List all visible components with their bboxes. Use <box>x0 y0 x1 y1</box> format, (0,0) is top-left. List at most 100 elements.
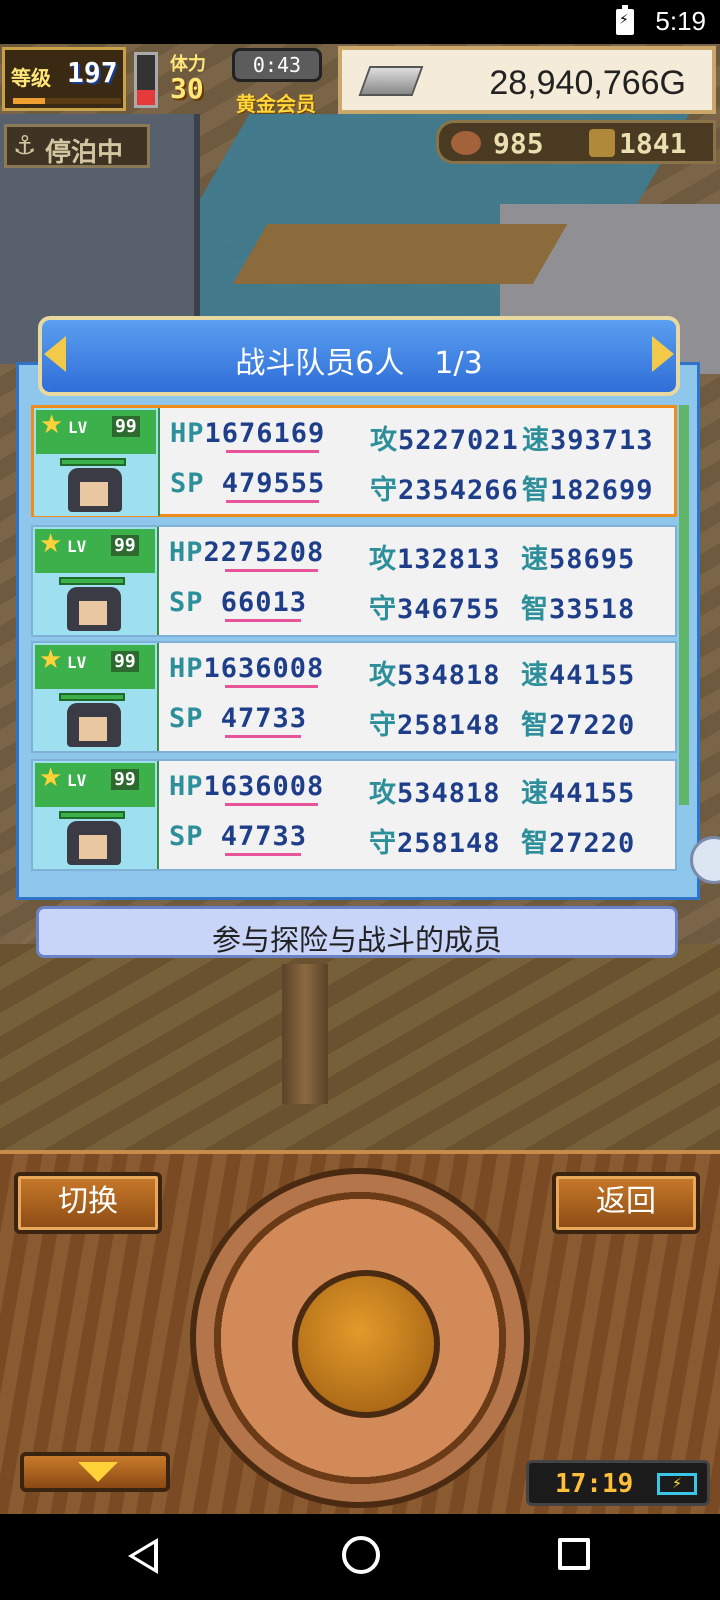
character-sprite <box>68 468 122 512</box>
back-button[interactable]: 返回 <box>552 1172 700 1234</box>
def-stat: 守346755 <box>369 587 501 626</box>
member-level-box: ★ LV 99 <box>35 529 155 573</box>
level-value: 197 <box>67 56 118 89</box>
member-stats: HP2275208 攻132813 速58695 SP 66013 守34675… <box>169 527 677 635</box>
nav-home-icon[interactable] <box>342 1536 380 1574</box>
member-level-box: ★ LV 99 <box>35 763 155 807</box>
star-icon: ★ <box>40 410 64 440</box>
material-icon <box>589 129 615 157</box>
dpad-control[interactable] <box>190 1168 530 1508</box>
member-status-bar <box>59 693 125 701</box>
panel-scrollbar[interactable] <box>679 405 689 805</box>
int-tag: 智 <box>521 828 549 859</box>
int-stat: 智27220 <box>521 703 635 742</box>
panel-description: 参与探险与战斗的成员 <box>36 906 678 958</box>
int-stat: 智33518 <box>521 587 635 626</box>
member-row[interactable]: ★ LV 99 HP1676169 攻5227021 速393713 SP 47… <box>31 405 677 517</box>
hp-value: 1676169 <box>204 418 326 449</box>
hp-tag: HP <box>169 771 204 802</box>
hp-stat: HP1676169 <box>170 418 326 453</box>
def-tag: 守 <box>369 828 397 859</box>
stamina-value: 30 <box>170 72 204 105</box>
membership-label: 黄金会员 <box>236 92 316 116</box>
battery-icon: ⚡ <box>657 1473 697 1495</box>
member-row[interactable]: ★ LV 99 HP1636008 攻534818 速44155 SP 4773… <box>31 759 677 871</box>
status-time: 5:19 <box>655 6 706 36</box>
sp-tag: SP <box>170 468 205 499</box>
atk-value: 132813 <box>397 544 501 575</box>
hp-gauge-fill <box>137 90 155 105</box>
arrow-right-icon[interactable] <box>652 336 674 372</box>
character-sprite <box>67 703 121 747</box>
spd-stat: 速393713 <box>522 418 654 457</box>
hp-stat: HP2275208 <box>169 537 324 572</box>
spd-tag: 速 <box>521 778 549 809</box>
status-bar: 5:19 <box>0 0 720 44</box>
wooden-dock <box>232 224 568 284</box>
member-portrait: ★ LV 99 <box>34 408 160 516</box>
spd-tag: 速 <box>521 660 549 691</box>
team-panel: ★ LV 99 HP1676169 攻5227021 速393713 SP 47… <box>16 362 700 900</box>
int-value: 33518 <box>549 594 636 625</box>
panel-header: 战斗队员6人 1/3 <box>38 316 680 396</box>
resource-2-value: 1841 <box>619 127 687 160</box>
member-row[interactable]: ★ LV 99 HP1636008 攻534818 速44155 SP 4773… <box>31 641 677 753</box>
sp-value: 66013 <box>220 587 308 618</box>
anchor-icon: ⚓ <box>13 131 37 161</box>
nav-recents-icon[interactable] <box>558 1538 590 1570</box>
food-icon <box>451 131 481 155</box>
sp-tag: SP <box>169 703 204 734</box>
atk-tag: 攻 <box>369 660 397 691</box>
sp-stat: SP 47733 <box>169 703 307 738</box>
member-stats: HP1636008 攻534818 速44155 SP 47733 守25814… <box>169 643 677 751</box>
panel-description-text: 参与探险与战斗的成员 <box>211 923 502 957</box>
member-stats: HP1636008 攻534818 速44155 SP 47733 守25814… <box>169 761 677 869</box>
ship-deck <box>0 944 720 1184</box>
member-level-value: 99 <box>111 769 139 790</box>
down-arrow-icon <box>78 1462 118 1482</box>
game-clock: 17:19 ⚡ <box>526 1460 710 1506</box>
int-stat: 智182699 <box>522 468 654 507</box>
gold-display[interactable]: 28,940,766G <box>338 46 716 114</box>
member-stats: HP1676169 攻5227021 速393713 SP 479555 守23… <box>170 408 678 516</box>
atk-value: 534818 <box>397 778 501 809</box>
nav-bar <box>0 1514 720 1600</box>
switch-button[interactable]: 切换 <box>14 1172 162 1234</box>
member-status-bar <box>59 577 125 585</box>
battery-charging-icon <box>616 5 634 35</box>
gold-value: 28,940,766G <box>489 64 686 102</box>
atk-stat: 攻534818 <box>369 771 501 810</box>
resource-1-value: 985 <box>493 127 544 160</box>
def-tag: 守 <box>370 475 398 506</box>
int-tag: 智 <box>522 475 550 506</box>
hp-stat: HP1636008 <box>169 771 325 806</box>
int-tag: 智 <box>521 594 549 625</box>
member-level-value: 99 <box>111 651 139 672</box>
hp-gauge <box>134 52 158 108</box>
star-icon: ★ <box>39 529 63 559</box>
atk-stat: 攻5227021 <box>370 418 519 457</box>
hp-stat: HP1636008 <box>169 653 325 688</box>
member-row[interactable]: ★ LV 99 HP2275208 攻132813 速58695 SP 6601… <box>31 525 677 637</box>
spd-value: 58695 <box>549 544 636 575</box>
hp-value: 1636008 <box>203 653 325 684</box>
int-value: 27220 <box>549 828 636 859</box>
game-clock-text: 17:19 <box>555 1469 634 1499</box>
member-status-bar <box>60 458 126 466</box>
member-level-label: LV <box>68 418 88 437</box>
int-value: 27220 <box>549 710 636 741</box>
spd-stat: 速44155 <box>521 771 635 810</box>
hp-value: 1636008 <box>203 771 325 802</box>
member-status-bar <box>59 811 125 819</box>
member-level-label: LV <box>67 653 87 672</box>
sp-stat: SP 479555 <box>170 468 325 503</box>
nav-back-icon[interactable] <box>128 1538 158 1574</box>
atk-tag: 攻 <box>370 425 398 456</box>
def-value: 346755 <box>397 594 501 625</box>
sp-value: 47733 <box>220 821 308 852</box>
resources-bar: 985 1841 <box>436 120 716 164</box>
int-tag: 智 <box>521 710 549 741</box>
scroll-down-button[interactable] <box>20 1452 170 1492</box>
spd-value: 44155 <box>549 778 636 809</box>
def-stat: 守2354266 <box>370 468 519 507</box>
